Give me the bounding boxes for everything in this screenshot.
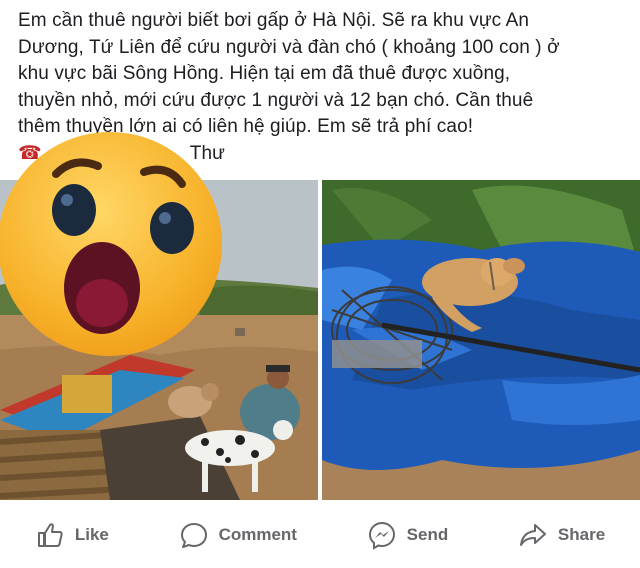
comment-button[interactable]: Comment — [169, 514, 307, 556]
comment-label: Comment — [218, 525, 297, 544]
like-label: Like — [74, 525, 109, 544]
post-line: thuyền nhỏ, mới cứu được 1 người và 12 b… — [18, 89, 534, 111]
send-label: Send — [406, 525, 449, 544]
dog-tarp-image — [322, 180, 640, 500]
post-line: Dương, Tứ Liên để cứu người và đàn chó (… — [18, 36, 560, 58]
like-button[interactable]: Like — [25, 514, 119, 556]
share-label: Share — [557, 525, 606, 544]
share-icon — [519, 524, 546, 546]
send-button[interactable]: Send — [357, 514, 459, 556]
wow-emoji-icon — [0, 128, 226, 360]
messenger-icon — [368, 521, 395, 550]
share-button[interactable]: Share — [508, 514, 615, 556]
post-action-bar: Like Comment Send Share — [0, 502, 640, 568]
photo-dog-on-tarp[interactable] — [322, 180, 640, 500]
like-icon — [37, 523, 63, 547]
comment-icon — [180, 523, 207, 548]
post-line: khu vực bãi Sông Hồng. Hiện tại em đã th… — [18, 63, 511, 84]
post-line: Em cần thuê người biết bơi gấp ở Hà Nội.… — [18, 10, 530, 31]
